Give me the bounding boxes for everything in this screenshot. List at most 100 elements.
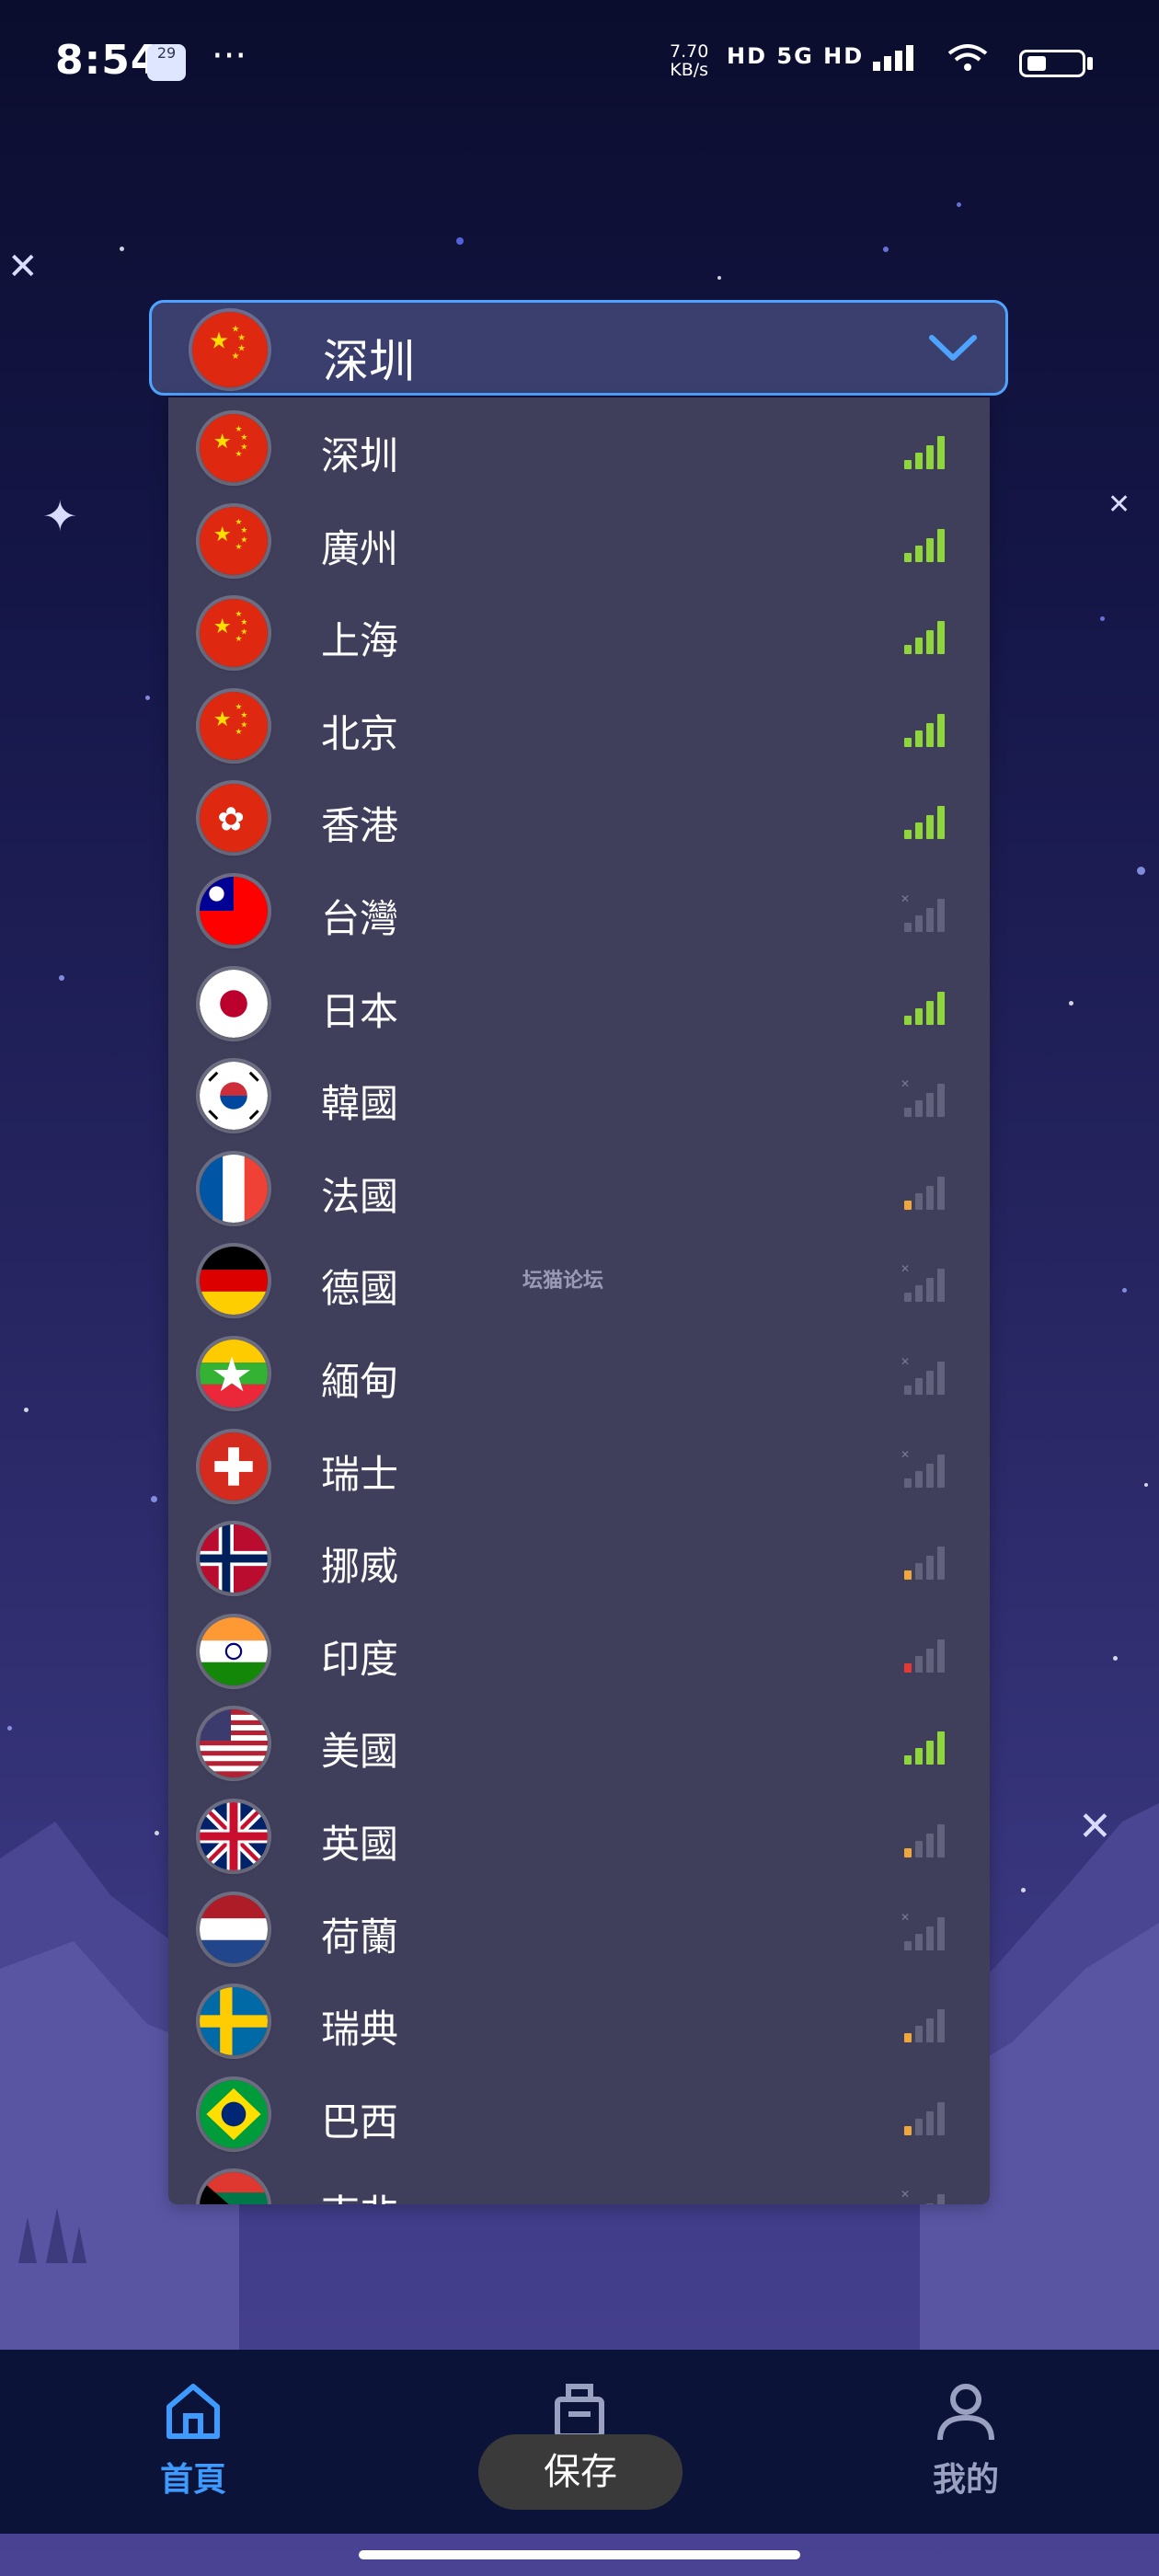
profile-icon: [937, 2384, 994, 2441]
cn-flag-icon: ★ ★★★★: [200, 599, 268, 668]
svg-text:★: ★: [240, 526, 247, 535]
location-option-label: 香港: [321, 803, 399, 849]
signal-none-icon: ✕: [901, 892, 945, 932]
svg-text:★: ★: [235, 728, 242, 737]
signal-bars-icon: [873, 45, 914, 71]
location-option[interactable]: 瑞士 ✕: [168, 1420, 990, 1512]
location-selector[interactable]: ★ ★ ★ ★ ★ 深圳: [149, 300, 1008, 396]
location-option[interactable]: 英國: [168, 1789, 990, 1881]
network-speed: 7.70 KB/s: [670, 42, 708, 79]
tw-flag-icon: [200, 877, 268, 945]
location-option-label: 瑞士: [321, 1451, 399, 1497]
de-flag-icon: [200, 1247, 268, 1316]
location-option-label: 巴西: [321, 2099, 399, 2145]
toast-message: 保存: [478, 2434, 683, 2510]
signal-none-icon: ✕: [901, 2188, 945, 2204]
svg-text:★: ★: [235, 450, 242, 459]
se-flag-icon: [200, 1987, 268, 2056]
location-option-label: 上海: [321, 618, 399, 664]
za-flag-icon: [200, 2172, 268, 2204]
svg-text:★: ★: [213, 707, 232, 731]
location-option-label: 廣州: [321, 525, 399, 571]
tab-home[interactable]: 首頁: [101, 2377, 285, 2515]
svg-text:✕: ✕: [901, 892, 910, 905]
location-option-label: 南非: [321, 2183, 398, 2204]
sparkle-icon: ✕: [7, 246, 39, 288]
svg-text:✿: ✿: [217, 801, 245, 839]
network-info: HD 5G HD: [727, 42, 988, 72]
location-option-label: 北京: [321, 710, 399, 756]
status-time: 8:54: [55, 37, 160, 84]
svg-text:★: ★: [235, 635, 242, 644]
signal-strong-icon: [904, 436, 945, 469]
location-option[interactable]: 南非 ✕: [168, 2159, 990, 2204]
location-option[interactable]: 荷蘭 ✕: [168, 1882, 990, 1974]
signal-poor-icon: [904, 1639, 945, 1673]
location-option-label: 荷蘭: [321, 1914, 399, 1960]
location-option[interactable]: 韓國 ✕: [168, 1049, 990, 1141]
signal-strong-icon: [904, 991, 945, 1025]
signal-strong-icon: [904, 713, 945, 747]
hk-flag-icon: ✿: [200, 784, 268, 853]
location-option-label: 日本: [321, 988, 399, 1034]
location-option[interactable]: ✿ 香港: [168, 771, 990, 863]
calendar-badge-icon: 29: [147, 44, 186, 81]
location-option-label: 英國: [321, 1822, 399, 1867]
battery-tip-icon: [1087, 57, 1093, 70]
signal-weak-icon: [904, 2009, 945, 2043]
home-indicator[interactable]: [359, 2550, 800, 2559]
location-option-label: 深圳: [321, 433, 399, 478]
svg-text:★: ★: [209, 327, 229, 353]
location-option-label: 緬甸: [321, 1359, 399, 1404]
network-speed-value: 7.70: [670, 41, 709, 62]
in-flag-icon: [200, 1616, 268, 1685]
no-flag-icon: [200, 1524, 268, 1593]
location-option-label: 韓國: [321, 1081, 399, 1127]
sparkle-icon: ✕: [1107, 489, 1131, 521]
tab-profile[interactable]: 我的: [874, 2377, 1058, 2515]
svg-text:✕: ✕: [901, 1262, 910, 1275]
signal-none-icon: ✕: [901, 1262, 945, 1303]
location-option[interactable]: 瑞典: [168, 1974, 990, 2066]
location-option[interactable]: ★ ★ ★ ★ ★ 北京: [168, 679, 990, 771]
location-dropdown-list[interactable]: ★ ★ ★ ★ ★ 深圳 ★ ★ ★ ★ ★ 廣州 ★ ★ ★ ★ ★ 上海 ★ ★ ★ ★ ★ 北京 ✿ 香港 台灣 ✕ 日本 韓國 ✕ 法…: [168, 397, 990, 2204]
cn-flag-icon: ★ ★★★★: [200, 414, 268, 482]
svg-text:✕: ✕: [901, 1911, 910, 1924]
location-option[interactable]: ★ ★ ★ ★ ★ 廣州: [168, 494, 990, 586]
status-bar: 8:54 29 ··· 7.70 KB/s HD 5G HD: [0, 0, 1159, 129]
location-option[interactable]: ★ ★ ★ ★ ★ 深圳: [168, 401, 990, 493]
us-flag-icon: [200, 1709, 268, 1778]
nl-flag-icon: [200, 1894, 268, 1963]
signal-weak-icon: [904, 1547, 945, 1581]
location-option-label: 法國: [321, 1173, 399, 1219]
svg-text:★: ★: [213, 615, 232, 638]
fr-flag-icon: [200, 1154, 268, 1223]
location-option[interactable]: 印度: [168, 1604, 990, 1696]
location-option-label: 台灣: [321, 896, 399, 941]
location-option[interactable]: 法國: [168, 1142, 990, 1234]
svg-text:★: ★: [211, 1348, 253, 1403]
signal-weak-icon: [904, 1824, 945, 1857]
location-option[interactable]: 巴西: [168, 2067, 990, 2159]
signal-strong-icon: [904, 621, 945, 655]
location-option[interactable]: ★ 緬甸 ✕: [168, 1327, 990, 1419]
cn-flag-icon: ★ ★★★★: [200, 691, 268, 760]
signal-strong-icon: [904, 806, 945, 840]
location-option[interactable]: 日本: [168, 957, 990, 1049]
gb-flag-icon: [200, 1802, 268, 1870]
wifi-icon: [947, 44, 988, 71]
location-option[interactable]: 美國: [168, 1696, 990, 1788]
br-flag-icon: [200, 2079, 268, 2148]
location-option[interactable]: 台灣 ✕: [168, 864, 990, 956]
location-option[interactable]: 挪威: [168, 1512, 990, 1604]
signal-none-icon: ✕: [901, 1911, 945, 1950]
svg-text:★: ★: [240, 433, 247, 443]
network-speed-unit: KB/s: [670, 60, 709, 80]
ch-flag-icon: [200, 1432, 268, 1501]
chevron-down-icon[interactable]: [928, 330, 978, 367]
sparkle-icon: ✦: [42, 491, 78, 541]
location-option[interactable]: ★ ★ ★ ★ ★ 上海: [168, 586, 990, 678]
location-option-label: 瑞典: [321, 2007, 399, 2053]
location-option-label: 美國: [321, 1729, 399, 1775]
signal-strong-icon: [904, 1731, 945, 1765]
